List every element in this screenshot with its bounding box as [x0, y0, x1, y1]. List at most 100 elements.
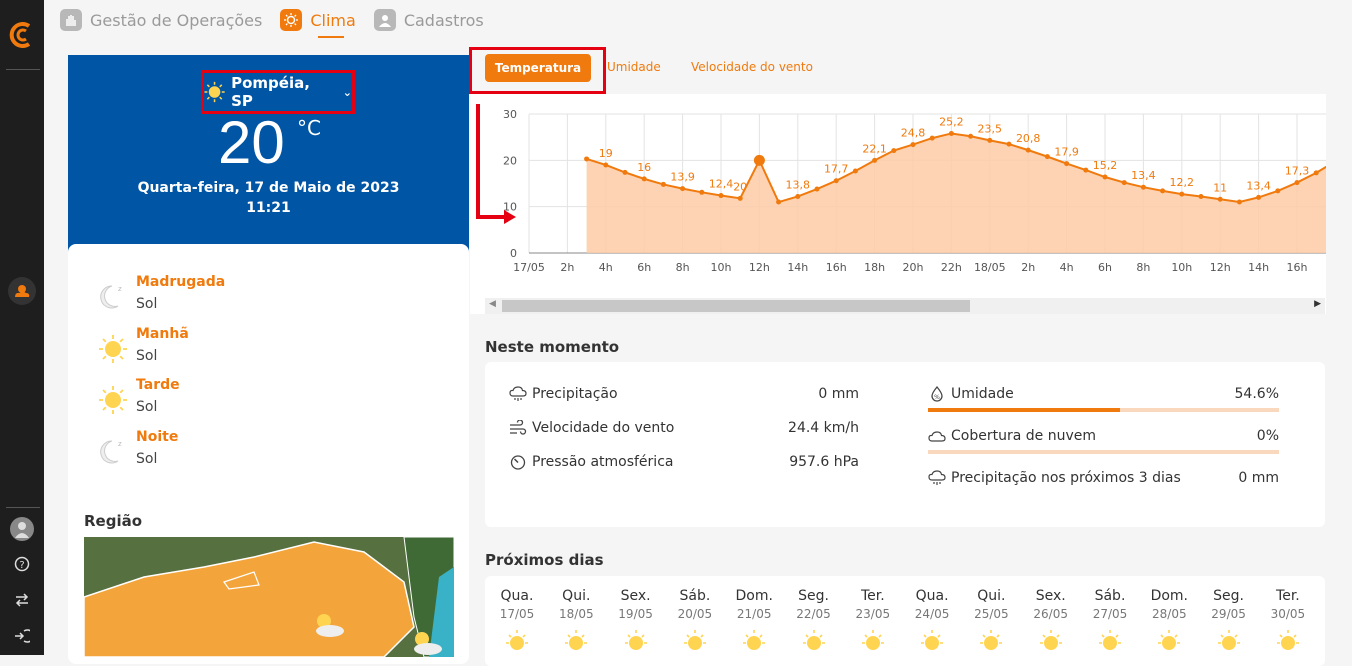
moon-icon: z: [100, 440, 122, 464]
clouds-value: 0%: [1256, 428, 1279, 444]
swap-icon[interactable]: [11, 589, 33, 611]
temperature-point: [1083, 167, 1089, 173]
sun-icon: [99, 335, 127, 363]
region-map[interactable]: [84, 537, 454, 657]
sun-icon: [1217, 630, 1240, 650]
day-name: Qua.: [500, 588, 534, 604]
x-tick-label: 22h: [941, 261, 962, 274]
sun-icon: [99, 386, 127, 414]
data-label: 13,4: [1246, 179, 1271, 192]
x-tick-label: 8h: [1136, 261, 1150, 274]
help-icon[interactable]: ?: [11, 553, 33, 575]
x-tick-label: 20h: [903, 261, 924, 274]
x-tick-label: 10h: [1171, 261, 1192, 274]
chart-scrollbar[interactable]: ◀ ▶: [485, 298, 1325, 314]
temperature-point: [641, 176, 647, 182]
x-tick-label: 2h: [1021, 261, 1035, 274]
data-label: 12,2: [1170, 176, 1195, 189]
scroll-right-icon[interactable]: ▶: [1314, 299, 1321, 309]
x-tick-label: 12h: [749, 261, 770, 274]
day-forecast[interactable]: Qua. 17/05: [489, 588, 545, 659]
day-date: 17/05: [499, 607, 535, 621]
x-tick-label: 4h: [599, 261, 613, 274]
day-forecast[interactable]: Sex. 26/05: [1023, 588, 1079, 659]
clouds-label: Cobertura de nuvem: [951, 428, 1096, 444]
day-forecast[interactable]: Ter. 23/05: [845, 588, 901, 659]
day-forecast[interactable]: Sex. 19/05: [608, 588, 664, 659]
pressure-label: Pressão atmosférica: [532, 454, 674, 470]
day-forecast[interactable]: Sáb. 27/05: [1082, 588, 1138, 659]
tab-temperatura[interactable]: Temperatura: [485, 54, 591, 82]
day-date: 21/05: [736, 607, 772, 621]
rail-divider: [6, 507, 40, 508]
x-tick-label: 14h: [787, 261, 808, 274]
logout-icon[interactable]: [11, 625, 33, 647]
now-panel: Precipitação 0 mm Velocidade do vento 24…: [485, 362, 1325, 527]
sun-icon: [204, 81, 225, 103]
clouds-bar: [928, 450, 1279, 454]
day-date: 26/05: [1033, 607, 1068, 621]
humidity-label: Umidade: [951, 386, 1014, 402]
scrollbar-thumb[interactable]: [502, 300, 970, 312]
period-condition: Sol: [136, 451, 158, 467]
temperature-chart-svg: 010203017/05 2h 4h 6h 8h 10h 12h 14h 16h 18h 20h 22…: [476, 104, 1338, 274]
sun-icon: [506, 630, 528, 650]
tab-clima[interactable]: Clima: [280, 0, 356, 40]
tab-umidade[interactable]: Umidade: [607, 60, 661, 74]
user-avatar[interactable]: [10, 517, 34, 541]
x-tick-label: 18h: [864, 261, 885, 274]
day-date: 30/05: [1270, 607, 1306, 621]
data-label: 13,4: [1131, 169, 1156, 182]
temperature-point: [776, 199, 782, 205]
data-label: 23,5: [978, 122, 1003, 135]
sun-icon: [980, 630, 1003, 650]
data-label: 12,4: [709, 178, 734, 191]
tab-velocidade-vento[interactable]: Velocidade do vento: [691, 60, 813, 74]
day-forecast[interactable]: Seg. 29/05: [1201, 588, 1257, 659]
precip3-label: Precipitação nos próximos 3 dias: [951, 470, 1181, 486]
data-label: 13,9: [670, 171, 695, 184]
rain-cloud-icon: [509, 386, 527, 402]
data-label: 20: [733, 180, 747, 193]
x-tick-label: 17/05: [513, 261, 545, 274]
wind-label: Velocidade do vento: [532, 420, 675, 436]
day-forecast[interactable]: Dom. 28/05: [1141, 588, 1197, 659]
day-forecast[interactable]: Sáb. 20/05: [667, 588, 723, 659]
sun-icon: [921, 630, 944, 650]
current-temperature: 20: [218, 109, 285, 176]
period-condition: Sol: [136, 348, 158, 364]
day-forecast[interactable]: Qua. 24/05: [904, 588, 960, 659]
temperature-point: [1160, 188, 1166, 194]
region-title: Região: [84, 512, 143, 530]
data-label: 19: [599, 147, 613, 160]
x-tick-label: 18/05: [974, 261, 1006, 274]
day-date: 28/05: [1152, 607, 1187, 621]
sun-icon: [683, 630, 706, 650]
sun-icon: [861, 630, 884, 650]
data-label: 11: [1213, 181, 1227, 194]
wind-row: Velocidade do vento: [509, 420, 674, 436]
day-forecast[interactable]: Qui. 25/05: [963, 588, 1019, 659]
day-forecast[interactable]: Ter. 30/05: [1260, 588, 1316, 659]
sun-icon: [1039, 630, 1062, 650]
data-label: 17,3: [1285, 165, 1310, 178]
moon-icon: z: [100, 285, 122, 309]
tab-gestao-operacoes[interactable]: Gestão de Operações: [60, 0, 262, 40]
app-logo-icon[interactable]: [7, 20, 37, 50]
day-date: 22/05: [796, 607, 831, 621]
day-name: Sáb.: [1094, 588, 1126, 604]
temperature-point: [910, 142, 916, 148]
period-condition: Sol: [136, 296, 158, 312]
period-name: Madrugada: [136, 274, 226, 290]
temperature-point: [1140, 184, 1146, 190]
day-name: Ter.: [860, 588, 885, 604]
tab-cadastros[interactable]: Cadastros: [373, 0, 484, 40]
day-forecast[interactable]: Qui. 18/05: [548, 588, 604, 659]
temperature-point: [1102, 174, 1108, 180]
scroll-left-icon[interactable]: ◀: [489, 299, 496, 309]
x-tick-label: 2h: [560, 261, 574, 274]
weather-app-icon[interactable]: [8, 277, 36, 305]
day-forecast[interactable]: Seg. 22/05: [786, 588, 842, 659]
day-forecast[interactable]: Dom. 21/05: [726, 588, 782, 659]
x-tick-label: 16h: [1287, 261, 1308, 274]
